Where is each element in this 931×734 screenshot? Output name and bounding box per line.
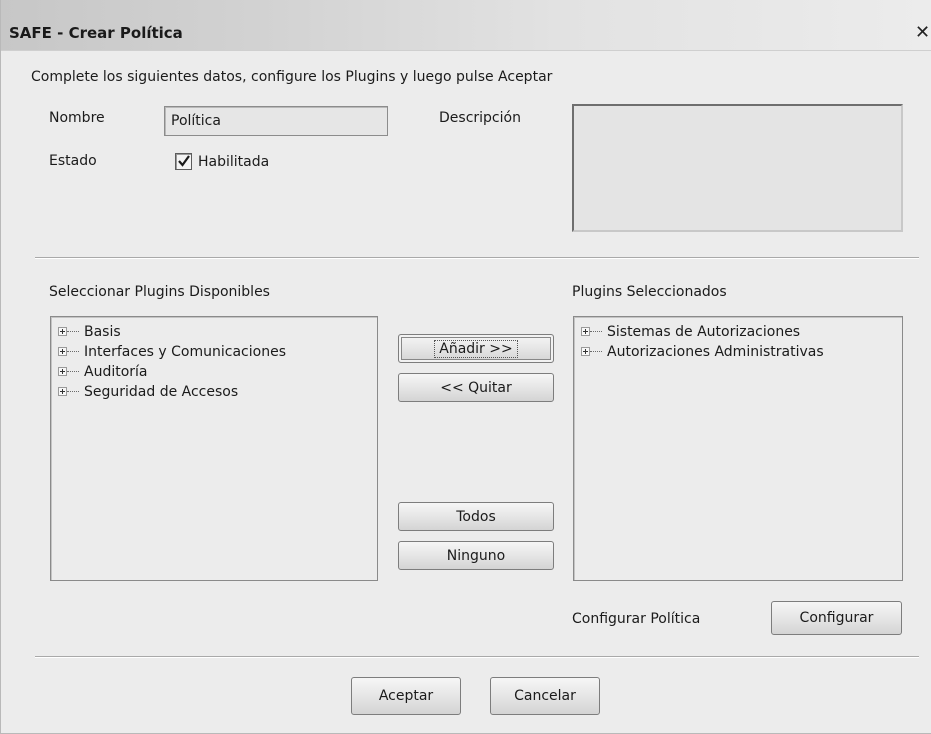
cancel-button-label: Cancelar xyxy=(514,688,576,704)
remove-button[interactable]: << Quitar xyxy=(398,373,554,402)
separator-top xyxy=(35,257,919,259)
remove-button-label: << Quitar xyxy=(440,379,512,396)
tree-item-auditoria[interactable]: Auditoría xyxy=(58,362,148,382)
tree-item-label: Sistemas de Autorizaciones xyxy=(607,324,801,340)
tree-item-label: Interfaces y Comunicaciones xyxy=(84,344,286,360)
nombre-input[interactable] xyxy=(164,106,388,136)
tree-item-seguridad[interactable]: Seguridad de Accesos xyxy=(58,382,238,402)
selected-plugins-label: Plugins Seleccionados xyxy=(572,284,727,300)
add-button-label: Añadir >> xyxy=(434,339,518,358)
estado-label: Estado xyxy=(49,153,97,169)
tree-item-label: Basis xyxy=(84,324,121,340)
checkmark-icon xyxy=(178,155,190,167)
tree-item-basis[interactable]: Basis xyxy=(58,322,121,342)
expand-plus-icon[interactable] xyxy=(58,346,84,358)
tree-item-sistemas[interactable]: Sistemas de Autorizaciones xyxy=(581,322,800,342)
expand-plus-icon[interactable] xyxy=(58,366,84,378)
nombre-label: Nombre xyxy=(49,110,105,126)
habilitada-label: Habilitada xyxy=(198,154,270,170)
available-plugins-label: Seleccionar Plugins Disponibles xyxy=(49,284,270,300)
add-button[interactable]: Añadir >> xyxy=(398,334,554,363)
descripcion-textarea[interactable] xyxy=(572,104,903,232)
configure-button-label: Configurar xyxy=(799,610,874,626)
select-none-button-label: Ninguno xyxy=(446,547,506,564)
descripcion-label: Descripción xyxy=(439,110,521,126)
select-none-button[interactable]: Ninguno xyxy=(398,541,554,570)
close-icon[interactable]: ✕ xyxy=(915,22,930,43)
tree-item-interfaces[interactable]: Interfaces y Comunicaciones xyxy=(58,342,286,362)
expand-plus-icon[interactable] xyxy=(58,326,84,338)
separator-bottom xyxy=(35,656,919,658)
tree-item-label: Autorizaciones Administrativas xyxy=(607,344,824,360)
tree-item-label: Auditoría xyxy=(84,364,148,380)
window-title: SAFE - Crear Política xyxy=(9,24,183,42)
accept-button-label: Aceptar xyxy=(378,688,434,704)
configure-button[interactable]: Configurar xyxy=(771,601,902,635)
habilitada-checkbox[interactable] xyxy=(175,153,192,170)
select-all-button[interactable]: Todos xyxy=(398,502,554,531)
selected-plugins-tree[interactable]: Sistemas de Autorizaciones Autorizacione… xyxy=(573,316,903,581)
select-all-button-label: Todos xyxy=(456,508,496,525)
tree-item-administrativas[interactable]: Autorizaciones Administrativas xyxy=(581,342,824,362)
cancel-button[interactable]: Cancelar xyxy=(490,677,600,715)
expand-plus-icon[interactable] xyxy=(581,346,607,358)
accept-button[interactable]: Aceptar xyxy=(351,677,461,715)
available-plugins-tree[interactable]: Basis Interfaces y Comunicaciones Audito… xyxy=(50,316,378,581)
configure-policy-label: Configurar Política xyxy=(572,611,701,627)
expand-plus-icon[interactable] xyxy=(58,386,84,398)
tree-item-label: Seguridad de Accesos xyxy=(84,384,239,400)
instructions-text: Complete los siguientes datos, configure… xyxy=(31,69,553,85)
expand-plus-icon[interactable] xyxy=(581,326,607,338)
crear-politica-dialog: SAFE - Crear Política ✕ Complete los sig… xyxy=(0,0,931,734)
title-bar[interactable]: SAFE - Crear Política ✕ xyxy=(1,0,931,51)
